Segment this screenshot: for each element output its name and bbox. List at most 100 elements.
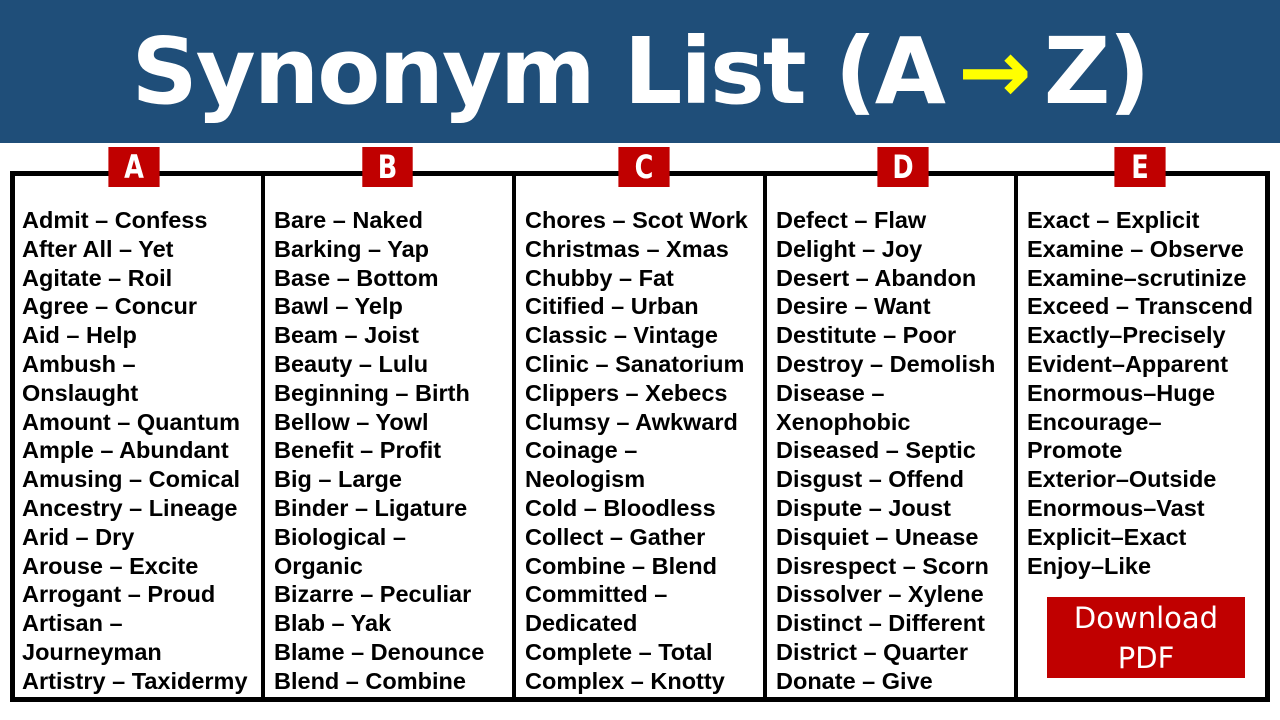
letter-header-b: B xyxy=(362,147,413,187)
synonym-entry: Neologism xyxy=(525,466,646,493)
synonym-entry: Classic – Vintage xyxy=(525,322,718,349)
synonym-entry: Arid – Dry xyxy=(22,523,135,550)
synonym-entry: Cold – Bloodless xyxy=(525,494,716,521)
synonym-entry: Bare – Naked xyxy=(274,207,423,233)
column-b-list: Bare – Naked Barking – Yap Base – Bottom Ba… xyxy=(274,206,484,696)
synonym-entry: After All – Yet xyxy=(22,235,174,262)
synonym-entry: Ancestry – Lineage xyxy=(22,494,238,521)
synonym-entry: Chubby – Fat xyxy=(525,264,674,291)
synonym-entry: Dedicated xyxy=(525,610,638,637)
download-pdf-label-line2: PDF xyxy=(1117,640,1175,675)
synonym-entry: Blame – Denounce xyxy=(274,638,485,665)
synonym-entry: Disquiet – Unease xyxy=(776,523,979,550)
column-divider xyxy=(763,171,767,702)
synonym-entry: Exact – Explicit xyxy=(1027,207,1200,233)
letter-header-c: C xyxy=(618,147,670,187)
synonym-entry: Big – Large xyxy=(274,466,402,493)
page-title-left: Synonym List (A xyxy=(131,18,946,125)
synonym-entry: Diseased – Septic xyxy=(776,437,976,464)
synonym-entry: Disrespect – Scorn xyxy=(776,552,989,579)
synonym-entry: Beginning – Birth xyxy=(274,379,470,406)
column-c-list: Chores – Scot Work Christmas – Xmas Chubby… xyxy=(525,206,748,696)
synonym-entry: Destroy – Demolish xyxy=(776,350,996,377)
synonym-entry: Encourage– xyxy=(1027,408,1162,435)
synonym-entry: Defect – Flaw xyxy=(776,207,927,233)
synonym-entry: Xenophobic xyxy=(776,408,911,435)
synonym-entry: Exterior–Outside xyxy=(1027,466,1217,493)
synonym-entry: Collect – Gather xyxy=(525,523,706,550)
synonym-entry: Examine–scrutinize xyxy=(1027,264,1247,291)
synonym-entry: Ambush – xyxy=(22,350,136,377)
synonym-entry: Clippers – Xebecs xyxy=(525,379,728,406)
download-pdf-button[interactable]: Download PDF xyxy=(1047,597,1245,678)
synonym-entry: Distinct – Different xyxy=(776,610,985,637)
synonym-entry: Arrogant – Proud xyxy=(22,581,216,608)
synonym-entry: Examine – Observe xyxy=(1027,235,1244,262)
synonym-entry: Agree – Concur xyxy=(22,293,197,320)
synonym-entry: Admit – Confess xyxy=(22,207,208,233)
synonym-entry: Complex – Knotty xyxy=(525,667,725,694)
synonym-entry: Beam – Joist xyxy=(274,322,419,349)
page-title-right: Z) xyxy=(1043,18,1151,125)
synonym-entry: Dispute – Joust xyxy=(776,494,951,521)
synonym-entry: Christmas – Xmas xyxy=(525,235,729,262)
synonym-entry: Desire – Want xyxy=(776,293,931,320)
synonym-entry: Clumsy – Awkward xyxy=(525,408,738,435)
letter-header-e: E xyxy=(1114,147,1166,187)
synonym-entry: Bizarre – Peculiar xyxy=(274,581,472,608)
synonym-entry: Aid – Help xyxy=(22,322,137,349)
synonym-entry: Journeyman xyxy=(22,638,162,665)
synonym-entry: Ample – Abundant xyxy=(22,437,229,464)
synonym-entry: Barking – Yap xyxy=(274,235,429,262)
synonym-entry: Binder – Ligature xyxy=(274,494,468,521)
synonym-entry: Amusing – Comical xyxy=(22,466,241,493)
synonym-entry: Enormous–Vast xyxy=(1027,494,1205,521)
synonym-entry: Clinic – Sanatorium xyxy=(525,350,745,377)
synonym-entry: Desert – Abandon xyxy=(776,264,977,291)
synonym-entry: Bellow – Yowl xyxy=(274,408,429,435)
column-d-list: Defect – Flaw Delight – Joy Desert – Aband… xyxy=(776,206,995,696)
synonym-entry: Donate – Give xyxy=(776,667,933,694)
synonym-entry: Agitate – Roil xyxy=(22,264,173,291)
letter-header-d: D xyxy=(877,147,929,187)
column-divider xyxy=(261,171,265,702)
synonym-entry: Blab – Yak xyxy=(274,610,392,637)
synonym-entry: Exceed – Transcend xyxy=(1027,293,1253,320)
column-e-list: Exact – Explicit Examine – Observe Examine… xyxy=(1027,206,1253,580)
synonym-entry: District – Quarter xyxy=(776,638,968,665)
column-a-list: Admit – Confess After All – Yet Agitate – … xyxy=(22,206,248,696)
synonym-entry: Organic xyxy=(274,552,363,579)
synonym-entry: Promote xyxy=(1027,437,1123,464)
synonym-entry: Evident–Apparent xyxy=(1027,350,1229,377)
download-pdf-label-line1: Download xyxy=(1073,600,1219,635)
synonym-entry: Beauty – Lulu xyxy=(274,350,429,377)
synonym-entry: Citified – Urban xyxy=(525,293,699,320)
synonym-entry: Biological – xyxy=(274,523,406,550)
synonym-entry: Benefit – Profit xyxy=(274,437,442,464)
synonym-entry: Dissolver – Xylene xyxy=(776,581,984,608)
column-divider xyxy=(1014,171,1018,702)
synonym-entry: Amount – Quantum xyxy=(22,408,241,435)
synonym-entry: Disease – xyxy=(776,379,885,406)
synonym-entry: Exactly–Precisely xyxy=(1027,322,1226,349)
synonym-entry: Arouse – Excite xyxy=(22,552,199,579)
synonym-entry: Coinage – xyxy=(525,437,638,464)
synonym-entry: Enormous–Huge xyxy=(1027,379,1216,406)
synonym-entry: Combine – Blend xyxy=(525,552,717,579)
column-divider xyxy=(512,171,516,702)
synonym-entry: Onslaught xyxy=(22,379,139,406)
letter-header-a: A xyxy=(108,147,160,187)
synonym-entry: Disgust – Offend xyxy=(776,466,965,493)
synonym-entry: Delight – Joy xyxy=(776,235,923,262)
synonym-entry: Blend – Combine xyxy=(274,667,466,694)
title-banner: Synonym List (A → Z) xyxy=(0,0,1280,143)
synonym-entry: Enjoy–Like xyxy=(1027,552,1152,579)
synonym-entry: Chores – Scot Work xyxy=(525,207,748,233)
arrow-right-icon: → xyxy=(957,20,1032,123)
synonym-entry: Complete – Total xyxy=(525,638,713,665)
synonym-entry: Artisan – xyxy=(22,610,123,637)
synonym-entry: Base – Bottom xyxy=(274,264,439,291)
synonym-entry: Committed – xyxy=(525,581,668,608)
synonym-entry: Destitute – Poor xyxy=(776,322,957,349)
synonym-entry: Explicit–Exact xyxy=(1027,523,1187,550)
